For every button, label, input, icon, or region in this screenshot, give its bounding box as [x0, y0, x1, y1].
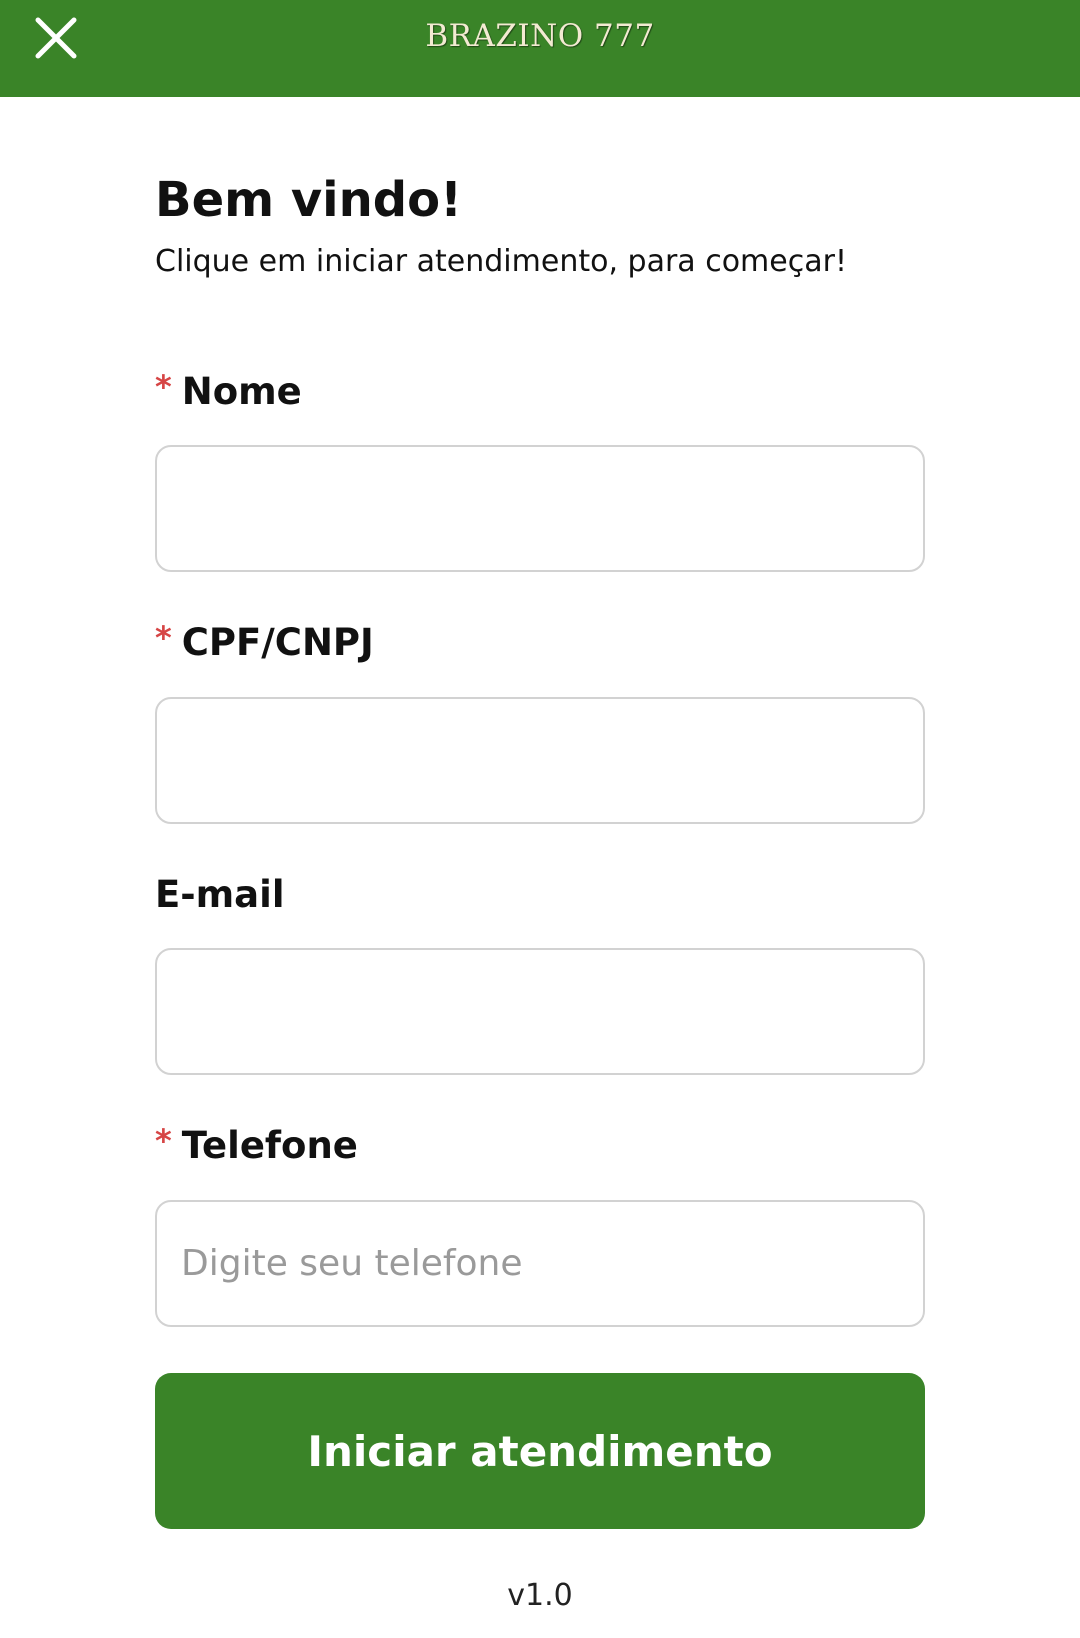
version-label: v1.0 [507, 1578, 573, 1613]
start-chat-button[interactable]: Iniciar atendimento [155, 1373, 925, 1529]
cpf-cnpj-label: * CPF/CNPJ [155, 619, 374, 664]
phone-label-text: Telefone [181, 1124, 358, 1167]
top-bar: BRAZINO 777 [0, 0, 1080, 97]
name-label-text: Nome [181, 370, 302, 413]
name-input[interactable] [155, 445, 925, 572]
name-label: * Nome [155, 368, 302, 413]
brand-logo: BRAZINO 777 [425, 18, 655, 54]
email-label-text: E-mail [155, 873, 285, 916]
phone-label: * Telefone [155, 1122, 358, 1167]
cpf-cnpj-input[interactable] [155, 697, 925, 824]
required-marker: * [155, 619, 172, 657]
email-label: E-mail [155, 873, 285, 916]
page-title: Bem vindo! [155, 172, 463, 228]
required-marker: * [155, 368, 172, 406]
required-marker: * [155, 1122, 172, 1160]
email-input[interactable] [155, 948, 925, 1075]
page-subtitle: Clique em iniciar atendimento, para come… [155, 244, 847, 279]
phone-input[interactable] [155, 1200, 925, 1327]
cpf-cnpj-label-text: CPF/CNPJ [181, 621, 374, 664]
